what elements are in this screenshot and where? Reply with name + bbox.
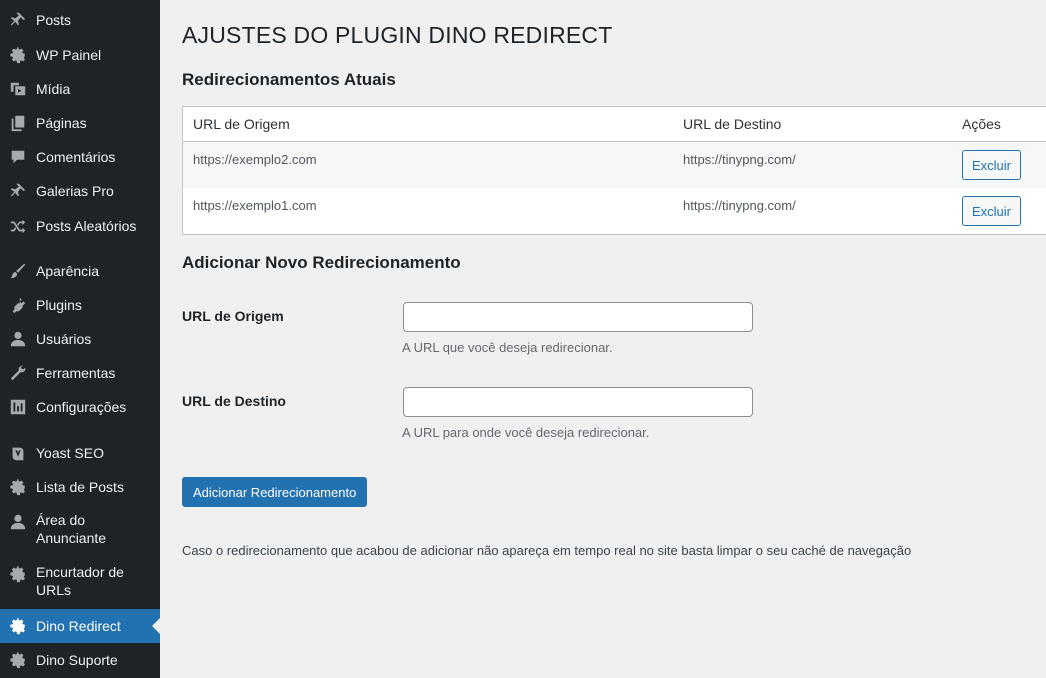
table-row: https://exemplo1.com https://tinypng.com… bbox=[183, 188, 1046, 234]
user-icon bbox=[8, 512, 28, 532]
delete-button[interactable]: Excluir bbox=[962, 150, 1021, 180]
settings-icon bbox=[8, 397, 28, 417]
media-icon bbox=[8, 79, 28, 99]
gear-icon bbox=[8, 650, 28, 670]
gear-icon bbox=[8, 616, 28, 636]
page-title: AJUSTES DO PLUGIN DINO REDIRECT bbox=[182, 22, 613, 48]
sidebar-item-posts[interactable]: Posts bbox=[0, 10, 160, 30]
sidebar-item-lista-de-posts[interactable]: Lista de Posts bbox=[0, 477, 160, 497]
cell-destination: https://tinypng.com/ bbox=[683, 152, 796, 167]
redirects-table: URL de Origem URL de Destino Ações https… bbox=[182, 106, 1046, 235]
origin-url-input[interactable] bbox=[403, 302, 753, 332]
shuffle-icon bbox=[8, 216, 28, 236]
wrench-icon bbox=[8, 363, 28, 383]
sidebar-item-usuarios[interactable]: Usuários bbox=[0, 329, 160, 349]
sidebar-item-area-do-anunciante[interactable]: Área do Anunciante bbox=[0, 511, 160, 549]
table-row: https://exemplo2.com https://tinypng.com… bbox=[183, 142, 1046, 188]
origin-url-label: URL de Origem bbox=[182, 308, 284, 324]
add-redirect-button[interactable]: Adicionar Redirecionamento bbox=[182, 477, 368, 507]
sidebar-item-wp-painel[interactable]: WP Painel bbox=[0, 45, 160, 65]
cell-origin: https://exemplo1.com bbox=[193, 198, 317, 213]
sidebar-item-comentarios[interactable]: Comentários bbox=[0, 147, 160, 167]
gear-icon bbox=[8, 477, 28, 497]
sidebar-item-dino-redirect[interactable]: Dino Redirect bbox=[0, 609, 160, 643]
sidebar-item-posts-aleatorios[interactable]: Posts Aleatórios bbox=[0, 216, 160, 236]
destination-url-input[interactable] bbox=[403, 387, 753, 417]
destination-url-description: A URL para onde você deseja redirecionar… bbox=[402, 425, 650, 440]
add-redirect-heading: Adicionar Novo Redirecionamento bbox=[182, 253, 461, 272]
sidebar-item-paginas[interactable]: Páginas bbox=[0, 113, 160, 133]
delete-button[interactable]: Excluir bbox=[962, 196, 1021, 226]
table-header: URL de Origem URL de Destino Ações bbox=[183, 107, 1046, 142]
main-content: AJUSTES DO PLUGIN DINO REDIRECT Redireci… bbox=[160, 0, 1046, 678]
plugin-icon bbox=[8, 295, 28, 315]
yoast-icon bbox=[8, 443, 28, 463]
gear-icon bbox=[8, 45, 28, 65]
sidebar-item-configuracoes[interactable]: Configurações bbox=[0, 397, 160, 417]
brush-icon bbox=[8, 261, 28, 281]
sidebar-item-galerias-pro[interactable]: Galerias Pro bbox=[0, 181, 160, 201]
sidebar-item-yoast-seo[interactable]: Yoast SEO bbox=[0, 443, 160, 463]
origin-url-description: A URL que você deseja redirecionar. bbox=[402, 340, 613, 355]
cell-origin: https://exemplo2.com bbox=[193, 152, 317, 167]
sidebar-item-midia[interactable]: Mídia bbox=[0, 79, 160, 99]
pin-icon bbox=[8, 181, 28, 201]
cell-destination: https://tinypng.com/ bbox=[683, 198, 796, 213]
column-header-destination: URL de Destino bbox=[683, 116, 782, 132]
sidebar-item-aparencia[interactable]: Aparência bbox=[0, 261, 160, 281]
sidebar-item-plugins[interactable]: Plugins bbox=[0, 295, 160, 315]
sidebar-item-ferramentas[interactable]: Ferramentas bbox=[0, 363, 160, 383]
pin-icon bbox=[8, 10, 28, 30]
current-redirects-heading: Redirecionamentos Atuais bbox=[182, 70, 396, 89]
sidebar-item-dino-suporte[interactable]: Dino Suporte bbox=[0, 650, 160, 670]
comment-icon bbox=[8, 147, 28, 167]
gear-icon bbox=[8, 564, 28, 584]
cache-note: Caso o redirecionamento que acabou de ad… bbox=[182, 543, 912, 558]
admin-sidebar: Posts WP Painel Mídia Páginas Comentário… bbox=[0, 0, 160, 678]
column-header-actions: Ações bbox=[962, 116, 1001, 132]
pages-icon bbox=[8, 113, 28, 133]
sidebar-item-encurtador-de-urls[interactable]: Encurtador de URLs bbox=[0, 563, 160, 601]
destination-url-label: URL de Destino bbox=[182, 393, 286, 409]
column-header-origin: URL de Origem bbox=[193, 116, 290, 132]
user-icon bbox=[8, 329, 28, 349]
